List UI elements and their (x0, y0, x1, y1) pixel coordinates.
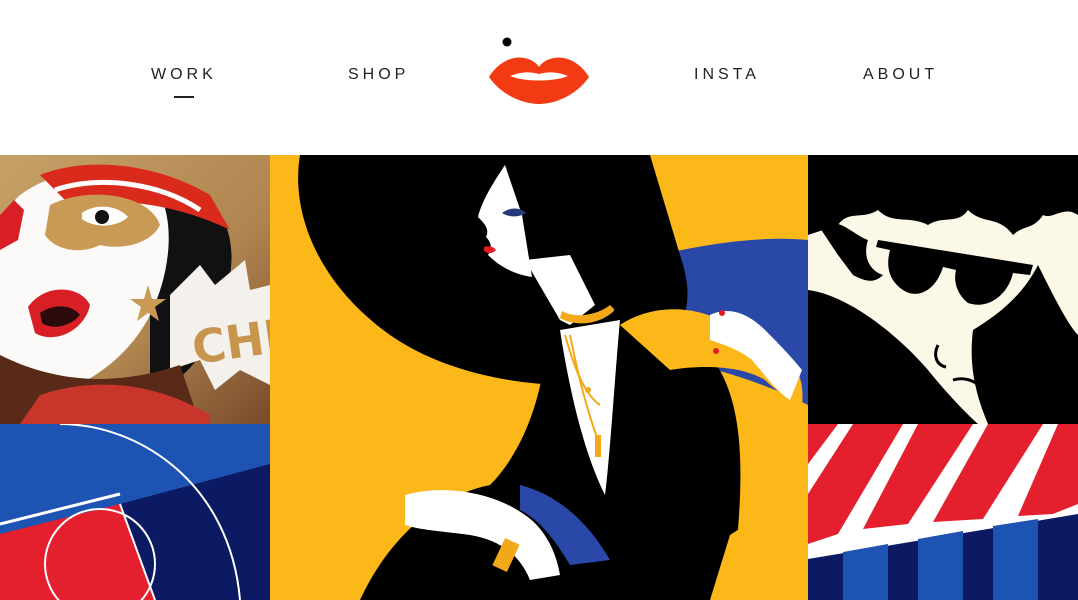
home-logo[interactable] (488, 36, 590, 106)
artwork-caption: CHI (189, 309, 270, 375)
artwork-court-lines-image (0, 424, 270, 600)
lips-logo-icon (489, 37, 589, 104)
artwork-pop-girl[interactable]: CHI (0, 155, 270, 424)
artwork-man-sunglasses[interactable] (808, 155, 1078, 424)
nav-about[interactable]: ABOUT (863, 66, 938, 84)
artwork-pop-girl-image: CHI (0, 155, 270, 424)
artwork-striped-awning[interactable] (808, 424, 1078, 600)
artwork-striped-awning-image (808, 424, 1078, 600)
artwork-woman-big-hat-image (270, 155, 808, 600)
artwork-woman-big-hat[interactable] (270, 155, 808, 600)
site-header: WORK SHOP INSTA ABOUT (0, 0, 1078, 155)
nav-active-indicator (174, 96, 194, 98)
artwork-man-sunglasses-image (808, 155, 1078, 424)
nav-work[interactable]: WORK (151, 66, 217, 84)
nav-shop[interactable]: SHOP (348, 66, 409, 84)
nav-insta[interactable]: INSTA (694, 66, 760, 84)
artwork-court-lines[interactable] (0, 424, 270, 600)
